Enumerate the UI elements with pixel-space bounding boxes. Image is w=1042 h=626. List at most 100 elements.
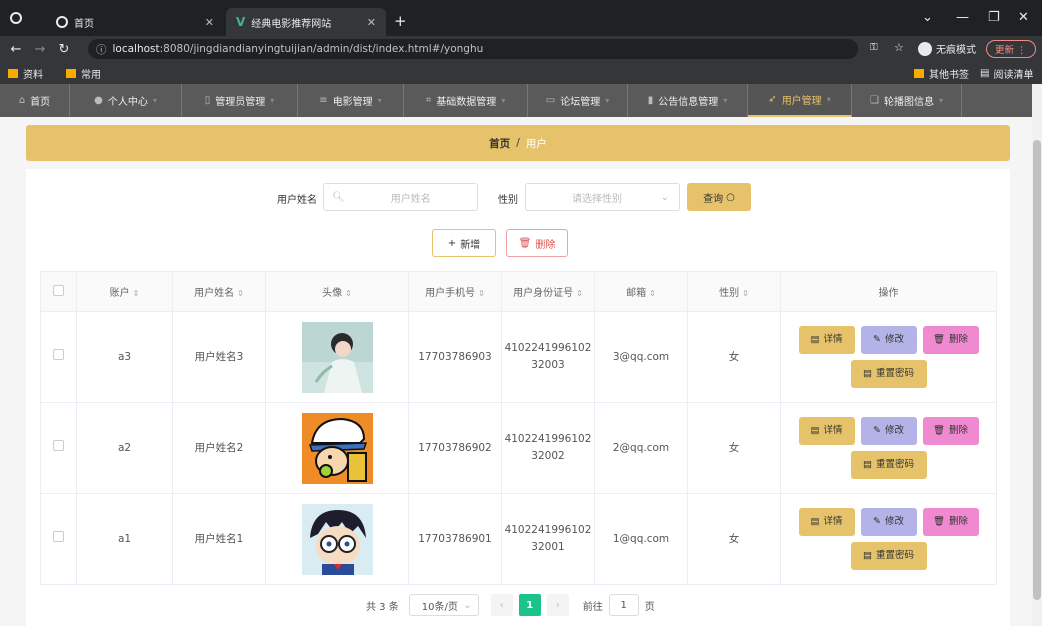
- next-page-button[interactable]: ›: [546, 594, 569, 616]
- cell-idcard: 4102241996102 32003: [501, 311, 595, 403]
- nav-item-admin[interactable]: ▯ 管理员管理 ▾: [182, 84, 298, 117]
- pen-icon: ✎: [873, 334, 881, 346]
- col-idcard[interactable]: 用户身份证号 ⇕: [501, 271, 595, 312]
- col-account[interactable]: 账户 ⇕: [76, 271, 173, 312]
- col-gender[interactable]: 性别 ⇕: [687, 271, 781, 312]
- vue-logo-icon: V: [236, 15, 246, 29]
- cell-phone: 17703786903: [408, 311, 502, 403]
- window-close-icon[interactable]: ✕: [1018, 10, 1029, 25]
- nav-label: 轮播图信息: [883, 97, 934, 108]
- reading-list[interactable]: ▤ 阅读清单: [980, 66, 1033, 81]
- browser-tab-home[interactable]: 首页 ✕: [46, 8, 224, 36]
- col-avatar[interactable]: 头像 ⇕: [265, 271, 409, 312]
- table-header-row: 账户 ⇕ 用户姓名 ⇕ 头像 ⇕ 用户手机号 ⇕ 用户身份证号 ⇕ 邮箱 ⇕ 性别 ⇕ 操作: [40, 271, 997, 312]
- key-icon[interactable]: ⚿: [870, 42, 878, 53]
- sort-icon[interactable]: ⇕: [478, 289, 485, 298]
- reset-label: 重置密码: [875, 368, 914, 380]
- browser-menu-icon[interactable]: [10, 12, 28, 27]
- incognito-badge[interactable]: 无痕模式: [918, 41, 976, 56]
- row-checkbox[interactable]: [53, 439, 64, 451]
- chevron-down-icon: ⌄: [660, 191, 669, 203]
- update-button[interactable]: 更新 ⋮: [986, 40, 1036, 58]
- copy-icon: ❏: [870, 95, 879, 106]
- url-field[interactable]: ⓘ localhost:8080/jingdiandianyingtuijian…: [88, 39, 858, 59]
- name-search-input[interactable]: 🔍︎ 用户姓名: [323, 183, 478, 211]
- edit-button[interactable]: ✎ 修改: [860, 417, 917, 445]
- avatar: [301, 503, 373, 575]
- nav-item-forum[interactable]: ▭ 论坛管理 ▾: [528, 84, 628, 117]
- nav-item-movie[interactable]: ≡ 电影管理 ▾: [298, 84, 404, 117]
- document-icon: ▤: [810, 425, 820, 437]
- select-all-checkbox[interactable]: [53, 284, 64, 296]
- bookmark-folder-2[interactable]: 常用: [66, 66, 101, 81]
- minimize-icon[interactable]: —: [956, 10, 969, 25]
- breadcrumb-current: 用户: [525, 137, 547, 150]
- cell-account: a1: [76, 493, 173, 585]
- batch-delete-button[interactable]: 🗑︎ 删除: [506, 229, 568, 257]
- sort-icon[interactable]: ⇕: [649, 289, 656, 298]
- query-button[interactable]: 查询 ○: [687, 183, 751, 211]
- edit-button[interactable]: ✎ 修改: [860, 508, 917, 536]
- goto-page-input[interactable]: 1: [608, 594, 639, 616]
- detail-label: 详情: [823, 334, 843, 346]
- select-all-cell[interactable]: [40, 271, 77, 312]
- restore-icon[interactable]: ❐: [988, 10, 1000, 25]
- add-label: 新增: [460, 239, 481, 251]
- col-name[interactable]: 用户姓名 ⇕: [172, 271, 266, 312]
- user-table: 账户 ⇕ 用户姓名 ⇕ 头像 ⇕ 用户手机号 ⇕ 用户身份证号 ⇕ 邮箱 ⇕ 性别 ⇕ 操作 …: [40, 271, 997, 585]
- other-bookmarks[interactable]: 其他书签: [914, 66, 969, 81]
- add-button[interactable]: + 新增: [432, 229, 496, 257]
- gender-filter-label: 性别: [498, 195, 518, 206]
- scrollbar-thumb[interactable]: [1033, 140, 1041, 600]
- browser-tab-site[interactable]: V 经典电影推荐网站 ✕: [226, 8, 386, 36]
- col-email[interactable]: 邮箱 ⇕: [594, 271, 688, 312]
- breadcrumb-home[interactable]: 首页: [489, 136, 510, 151]
- row-delete-button[interactable]: 🗑︎ 删除: [922, 326, 979, 354]
- sort-icon[interactable]: ⇕: [237, 289, 244, 298]
- url-host: localhost: [112, 43, 160, 55]
- nav-item-users[interactable]: ➶ 用户管理 ▾: [748, 84, 852, 117]
- reset-password-button[interactable]: ▤ 重置密码: [850, 451, 927, 479]
- page-scrollbar[interactable]: [1032, 84, 1042, 626]
- new-tab-icon[interactable]: +: [394, 12, 407, 30]
- reset-password-button[interactable]: ▤ 重置密码: [850, 360, 927, 388]
- col-phone[interactable]: 用户手机号 ⇕: [408, 271, 502, 312]
- nav-item-notice[interactable]: ▮ 公告信息管理 ▾: [628, 84, 748, 117]
- page-number-button[interactable]: 1: [518, 594, 541, 616]
- sort-icon[interactable]: ⇕: [576, 289, 583, 298]
- goto-suffix: 页: [644, 601, 655, 613]
- close-tab-icon[interactable]: ✕: [367, 16, 376, 29]
- row-checkbox[interactable]: [53, 530, 64, 542]
- nav-item-home[interactable]: ⌂ 首页: [0, 84, 70, 117]
- star-icon[interactable]: ☆: [894, 41, 904, 54]
- page-size-select[interactable]: 10条/页 ⌄: [408, 594, 479, 616]
- bookmark-folder-1[interactable]: 资料: [8, 66, 43, 81]
- detail-button[interactable]: ▤ 详情: [798, 417, 855, 445]
- table-row: a1 用户姓名1 17703786901 4102241996102 32001 …: [40, 493, 997, 585]
- edit-button[interactable]: ✎ 修改: [860, 326, 917, 354]
- forward-icon[interactable]: →: [32, 42, 48, 57]
- row-delete-button[interactable]: 🗑︎ 删除: [922, 508, 979, 536]
- nav-item-carousel[interactable]: ❏ 轮播图信息 ▾: [852, 84, 962, 117]
- cell-actions: ▤ 详情 ✎ 修改 🗑︎ 删除 ▤ 重置密码: [780, 402, 997, 494]
- detail-button[interactable]: ▤ 详情: [798, 326, 855, 354]
- row-checkbox[interactable]: [53, 348, 64, 360]
- edit-label: 修改: [884, 334, 904, 346]
- folder-icon: [8, 69, 18, 78]
- close-tab-icon[interactable]: ✕: [205, 16, 214, 29]
- cell-account: a3: [76, 311, 173, 403]
- tab-search-icon[interactable]: ⌄: [922, 10, 933, 25]
- detail-button[interactable]: ▤ 详情: [798, 508, 855, 536]
- reset-password-button[interactable]: ▤ 重置密码: [850, 542, 927, 570]
- row-delete-button[interactable]: 🗑︎ 删除: [922, 417, 979, 445]
- nav-item-profile[interactable]: ● 个人中心 ▾: [70, 84, 182, 117]
- nav-item-basedata[interactable]: ⌗ 基础数据管理 ▾: [404, 84, 528, 117]
- gender-select[interactable]: 请选择性别 ⌄: [525, 183, 680, 211]
- cell-email: 1@qq.com: [594, 493, 688, 585]
- sort-icon[interactable]: ⇕: [742, 289, 749, 298]
- reload-icon[interactable]: ↻: [56, 42, 72, 57]
- sort-icon[interactable]: ⇕: [345, 289, 352, 298]
- sort-icon[interactable]: ⇕: [133, 289, 140, 298]
- prev-page-button[interactable]: ‹: [490, 594, 513, 616]
- back-icon[interactable]: ←: [8, 42, 24, 57]
